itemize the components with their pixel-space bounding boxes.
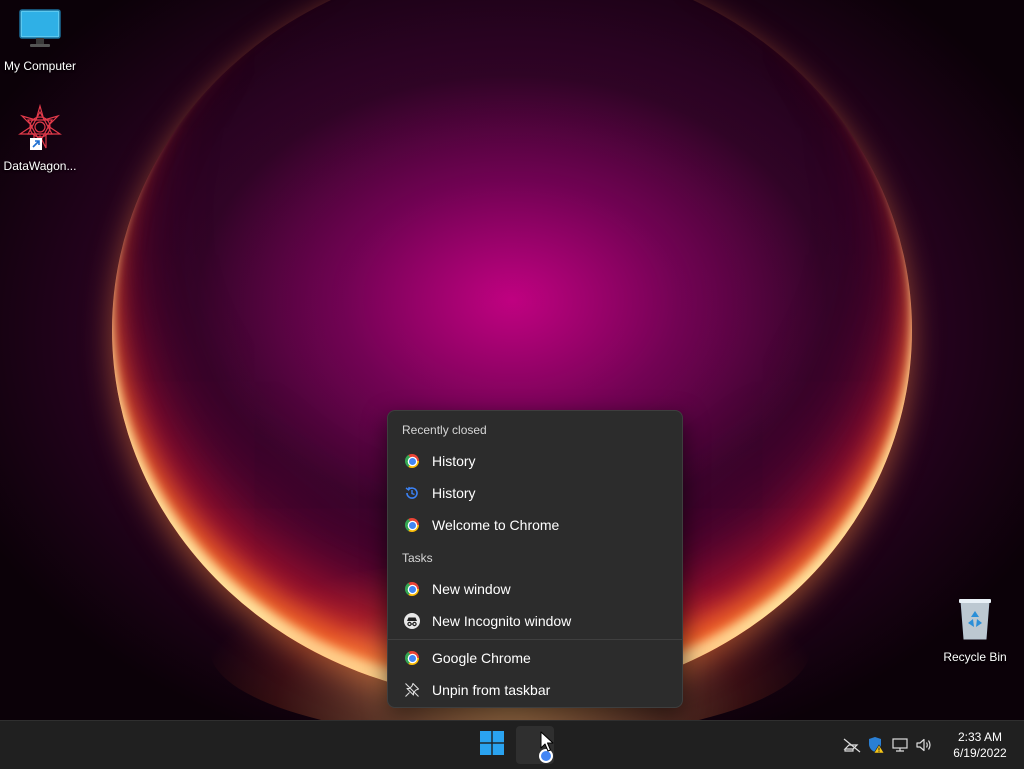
recently-closed-header: Recently closed [402, 423, 487, 437]
recycle-bin-icon [955, 599, 995, 645]
jump-list-item-label: Unpin from taskbar [432, 682, 551, 698]
chrome-icon [404, 517, 420, 533]
history-icon [404, 485, 420, 501]
desktop-icon-label: Recycle Bin [943, 650, 1007, 664]
jump-list-item-label: New window [432, 581, 511, 597]
jump-list-item-new-incognito-window[interactable]: New Incognito window [392, 606, 678, 636]
jump-list-item-google-chrome[interactable]: Google Chrome [392, 643, 678, 673]
security-warning-icon[interactable] [864, 733, 888, 757]
jump-list-divider [388, 639, 682, 640]
datawagon-logo-icon [16, 103, 64, 154]
incognito-icon [404, 613, 420, 629]
jump-list-item-new-window[interactable]: New window [392, 574, 678, 604]
jump-list-item-history-1[interactable]: History [392, 446, 678, 476]
mouse-cursor-icon [540, 731, 554, 758]
jump-list-item-history-2[interactable]: History [392, 478, 678, 508]
network-disconnected-icon[interactable] [840, 733, 864, 757]
taskbar: 2:33 AM 6/19/2022 [0, 720, 1024, 769]
monitor-icon [18, 9, 62, 54]
tasks-header: Tasks [402, 551, 433, 565]
jump-list-item-label: History [432, 453, 476, 469]
chrome-icon [404, 581, 420, 597]
unpin-icon [404, 682, 420, 698]
jump-list-item-welcome-to-chrome[interactable]: Welcome to Chrome [392, 510, 678, 540]
jump-list-item-label: Welcome to Chrome [432, 517, 560, 533]
jump-list-item-label: New Incognito window [432, 613, 572, 629]
desktop-icon-recycle-bin[interactable]: Recycle Bin [935, 597, 1015, 664]
chrome-icon [404, 453, 420, 469]
start-button[interactable] [476, 729, 508, 761]
desktop-icon-my-computer[interactable]: My Computer [0, 8, 80, 73]
jump-list-item-label: Google Chrome [432, 650, 531, 666]
clock-date: 6/19/2022 [953, 746, 1007, 760]
chrome-jump-list: Recently closed History History Welcome … [387, 410, 683, 708]
desktop-icon-label: My Computer [3, 59, 77, 73]
chrome-icon [404, 650, 420, 666]
volume-icon[interactable] [912, 733, 936, 757]
system-tray [840, 733, 936, 757]
desktop-icon-label: DataWagon... [3, 159, 77, 173]
jump-list-item-label: History [432, 485, 476, 501]
clock-time: 2:33 AM [957, 730, 1003, 744]
windows-logo-icon [480, 730, 504, 760]
display-icon[interactable] [888, 733, 912, 757]
jump-list-item-unpin-from-taskbar[interactable]: Unpin from taskbar [392, 675, 678, 705]
taskbar-clock[interactable]: 2:33 AM 6/19/2022 [940, 729, 1020, 761]
desktop-icon-datawagon[interactable]: DataWagon... [0, 103, 80, 173]
